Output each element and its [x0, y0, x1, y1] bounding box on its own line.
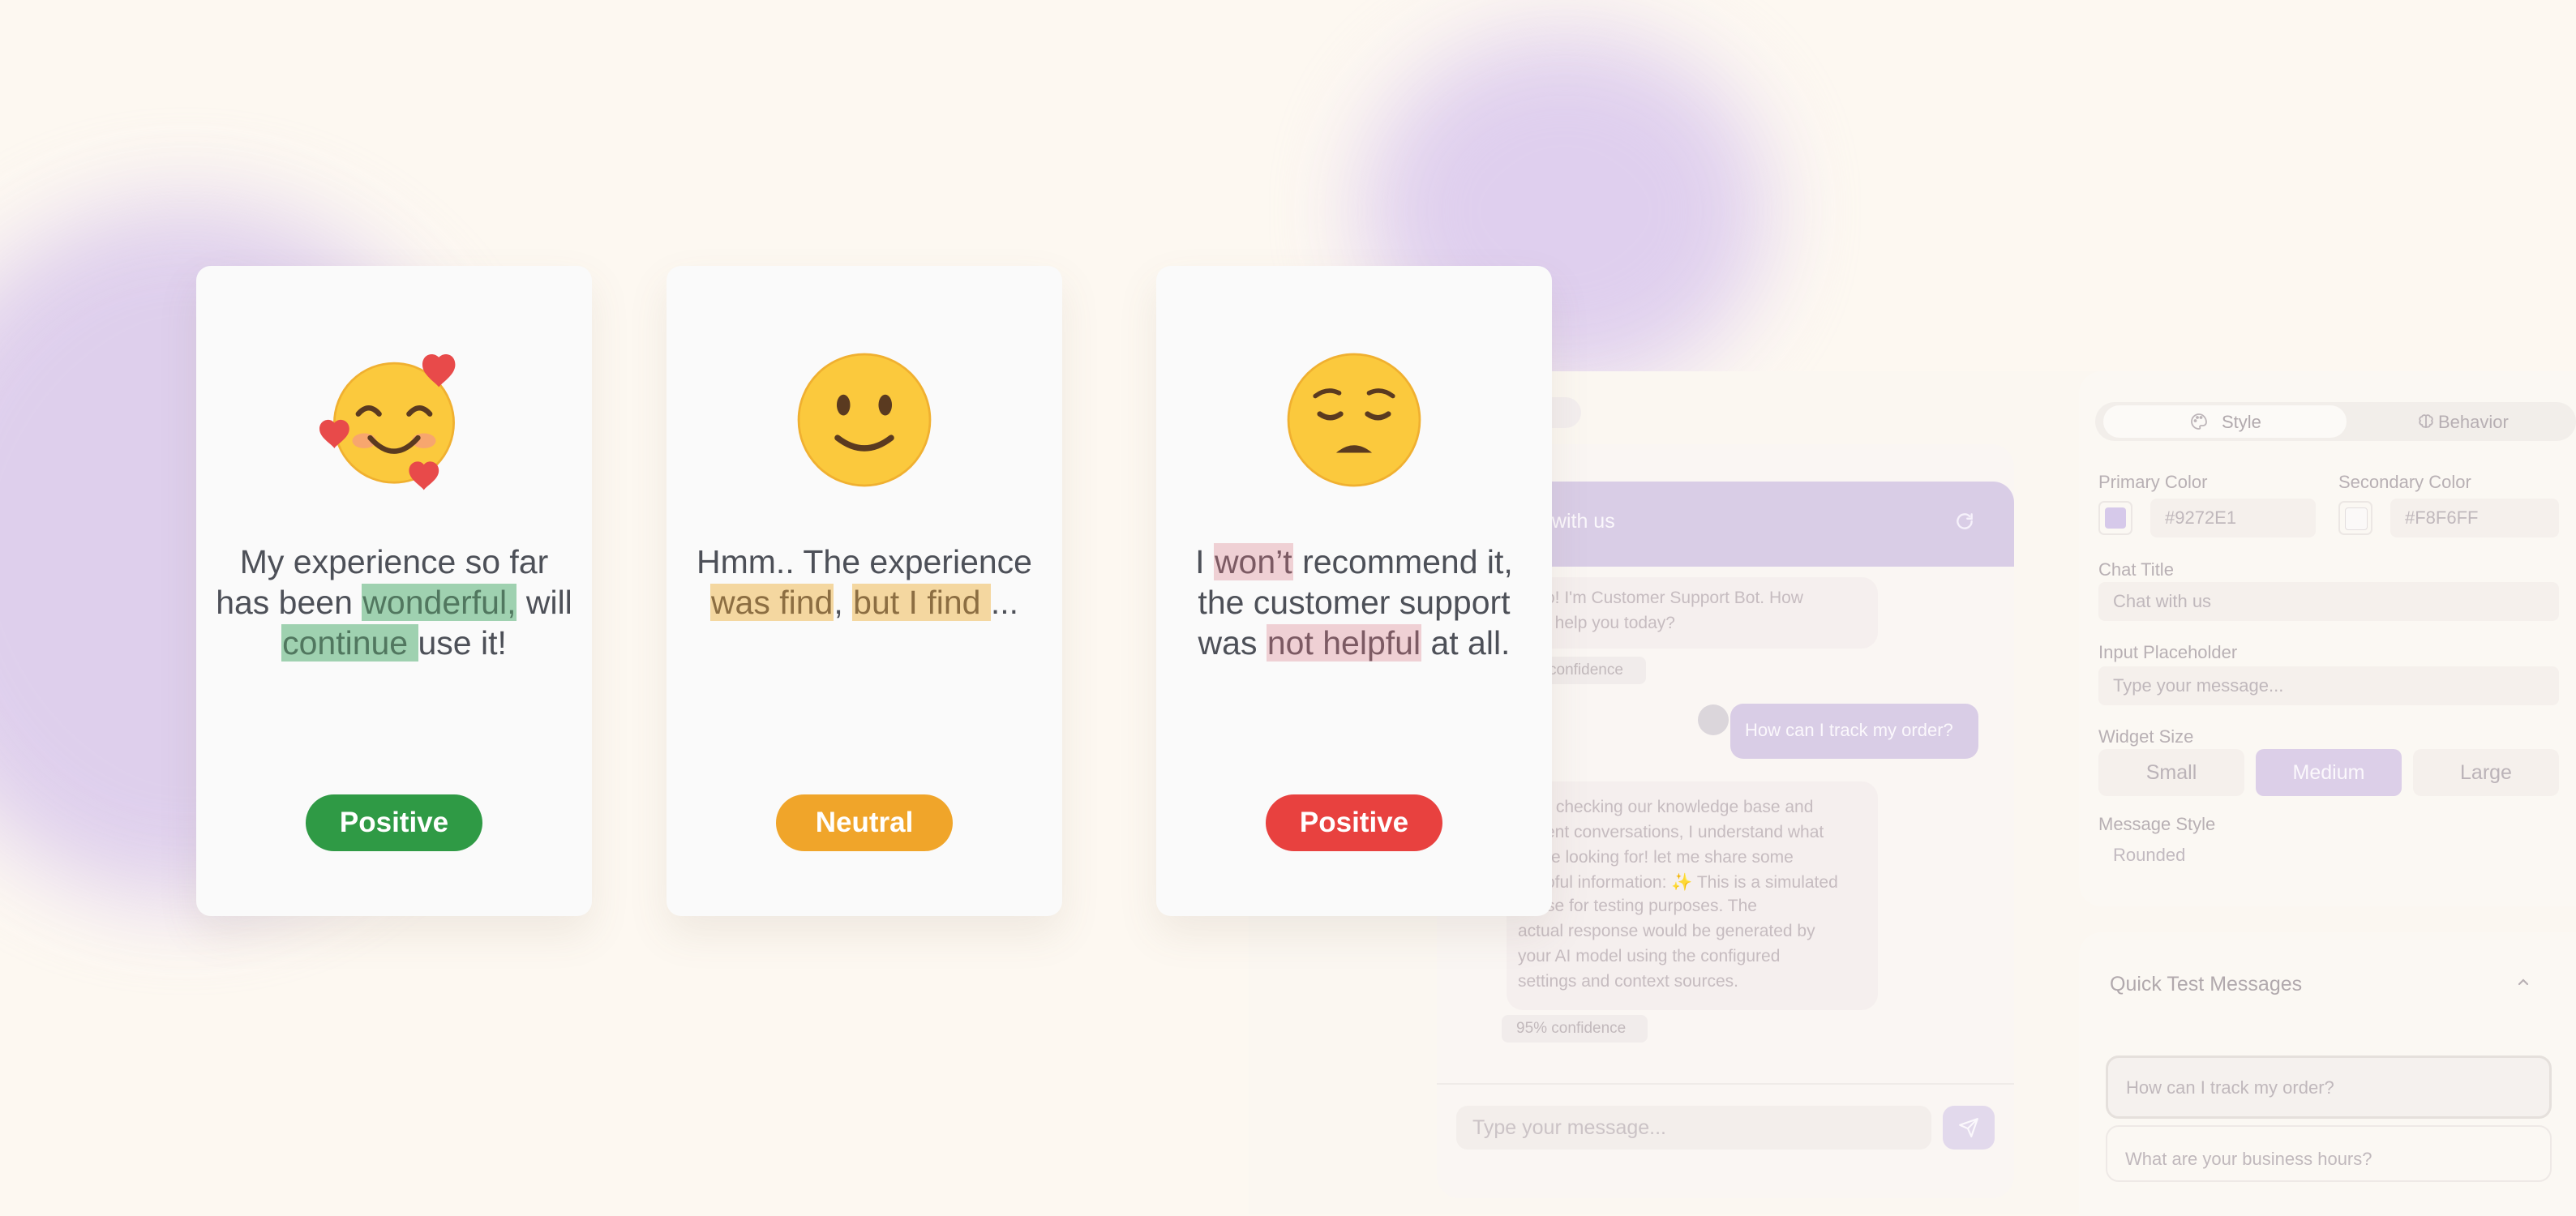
widget-size-label: Widget Size: [2098, 726, 2194, 747]
primary-color-label: Primary Color: [2098, 472, 2208, 492]
secondary-color-label: Secondary Color: [2338, 472, 2471, 492]
confidence-badge: 95% confidence: [1502, 1015, 1648, 1043]
concerned-face-icon: [1287, 353, 1421, 487]
message-style-select[interactable]: Rounded: [2098, 843, 2559, 861]
send-icon: [1959, 1118, 1978, 1137]
review-text: My experience so far has been wonderful,…: [216, 543, 572, 662]
tab-style-label: Style: [2222, 412, 2261, 432]
sentiment-card: My experience so far has been wonderful,…: [196, 266, 592, 916]
user-message-text: How can I track my order?: [1745, 720, 1953, 740]
chevron-up-icon[interactable]: [2514, 973, 2533, 992]
primary-color-input[interactable]: #9272E1: [2150, 499, 2316, 537]
sentiment-badge: Positive: [306, 794, 482, 851]
bot-message-text-continued: ponse for testing purposes. The actual r…: [1518, 897, 1815, 991]
quick-test-message[interactable]: How can I track my order?: [2106, 1055, 2552, 1119]
input-placeholder-label: Input Placeholder: [2098, 642, 2238, 662]
sentiment-badge: Neutral: [776, 794, 953, 851]
bot-message-text: r checking our knowledge base and ent co…: [1545, 798, 1838, 892]
size-large-button[interactable]: Large: [2413, 749, 2559, 796]
sentiment-badge: Positive: [1266, 794, 1442, 851]
chat-title-label: Chat Title: [2098, 559, 2174, 580]
message-style-label: Message Style: [2098, 814, 2216, 834]
primary-color-fill: [2105, 507, 2126, 529]
sentiment-card: I won’t recommend it, the customer suppo…: [1156, 266, 1552, 916]
quick-test-title: Quick Test Messages: [2110, 973, 2303, 995]
review-text: Hmm.. The experience was find, but I fin…: [697, 543, 1032, 621]
secondary-color-input[interactable]: #F8F6FF: [2390, 499, 2559, 537]
sentiment-card: Hmm.. The experience was find, but I fin…: [667, 266, 1062, 916]
chat-title-input[interactable]: Chat with us: [2098, 582, 2559, 621]
tab-behavior[interactable]: Behavior: [2438, 412, 2509, 433]
bot-message-text: o! I'm Customer Support Bot. How I help …: [1545, 589, 1803, 632]
input-placeholder-input[interactable]: Type your message...: [2098, 666, 2559, 705]
slightly-smiling-face-icon: [797, 353, 932, 487]
review-text: I won’t recommend it, the customer suppo…: [1195, 543, 1513, 662]
quick-test-message[interactable]: What are your business hours?: [2106, 1125, 2552, 1182]
user-avatar: [1698, 704, 1729, 735]
size-small-button[interactable]: Small: [2098, 749, 2244, 796]
refresh-icon[interactable]: [1954, 511, 1975, 532]
smiling-face-with-hearts-icon: [319, 353, 456, 490]
chat-input-placeholder: Type your message...: [1472, 1116, 1667, 1139]
size-medium-button[interactable]: Medium: [2256, 749, 2402, 796]
primary-color-swatch[interactable]: [2098, 501, 2132, 535]
divider: [1437, 1083, 2014, 1085]
secondary-color-fill: [2345, 507, 2368, 530]
brain-icon[interactable]: [2416, 412, 2436, 431]
palette-icon: [2191, 413, 2207, 430]
secondary-color-swatch[interactable]: [2338, 501, 2372, 535]
